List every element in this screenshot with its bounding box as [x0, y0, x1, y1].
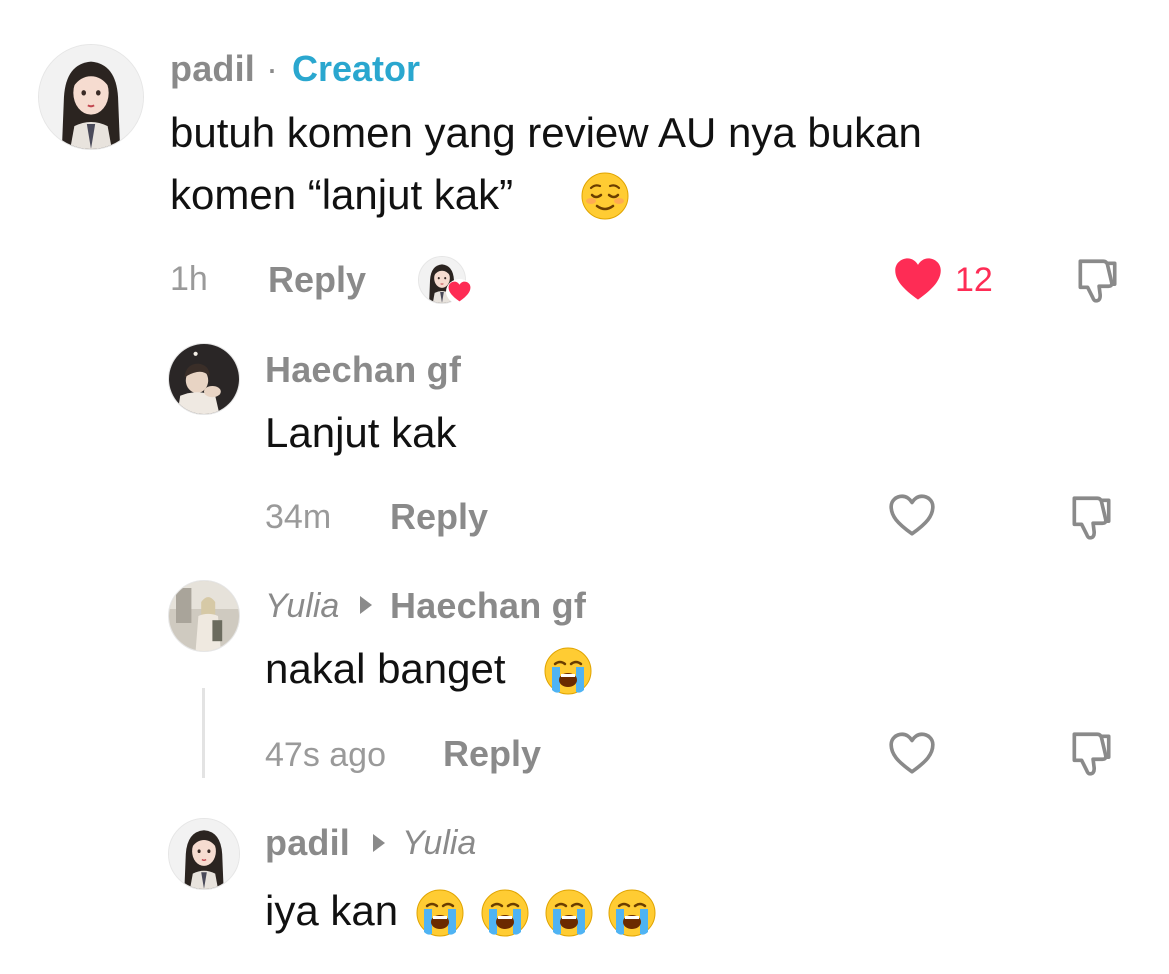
comment-text-line2: komen “lanjut kak” — [170, 171, 514, 218]
thread-line — [202, 688, 205, 778]
comments-thread: padil · Creator butuh komen yang review … — [0, 0, 1169, 974]
reply-button[interactable]: Reply — [390, 496, 488, 538]
comment-time: 34m — [265, 498, 332, 536]
heart-filled-icon[interactable] — [892, 255, 944, 303]
loudly-crying-face-emoji — [543, 646, 593, 696]
thumbs-down-icon[interactable] — [1068, 492, 1114, 542]
loudly-crying-face-emoji — [544, 888, 594, 938]
reply-arrow-icon — [360, 596, 372, 614]
heart-outline-icon[interactable] — [887, 492, 937, 538]
comment-time: 47s ago — [265, 736, 386, 774]
avatar[interactable] — [38, 44, 144, 150]
reply-button[interactable]: Reply — [443, 733, 541, 775]
name-separator: · — [266, 48, 278, 89]
comment-text: Lanjut kak — [265, 409, 457, 456]
avatar[interactable] — [168, 580, 240, 652]
comment-username[interactable]: padil — [265, 822, 350, 864]
comment-username[interactable]: Yulia — [265, 587, 339, 626]
avatar[interactable] — [168, 818, 240, 890]
creator-badge: Creator — [292, 48, 421, 89]
comment-time: 1h — [170, 260, 208, 298]
comment-username[interactable]: padil — [170, 48, 255, 90]
comment-username[interactable]: Haechan gf — [265, 349, 461, 391]
reply-to-username[interactable]: Yulia — [402, 824, 476, 863]
thumbs-down-icon[interactable] — [1074, 255, 1120, 305]
comment-text: iya kan — [265, 887, 399, 934]
relieved-face-emoji — [580, 171, 630, 221]
reply-to-username[interactable]: Haechan gf — [390, 585, 586, 627]
avatar[interactable] — [168, 343, 240, 415]
loudly-crying-face-emoji — [607, 888, 657, 938]
reply-arrow-icon — [373, 834, 385, 852]
reply-button[interactable]: Reply — [268, 259, 366, 301]
loudly-crying-face-emoji — [480, 888, 530, 938]
thumbs-down-icon[interactable] — [1068, 728, 1114, 778]
like-count: 12 — [955, 261, 993, 299]
comment-text: nakal banget — [265, 645, 506, 692]
comment-text-line1: butuh komen yang review AU nya bukan — [170, 109, 922, 156]
heart-outline-icon[interactable] — [887, 730, 937, 776]
loudly-crying-face-emoji — [415, 888, 465, 938]
creator-liked-heart-icon — [446, 279, 473, 304]
